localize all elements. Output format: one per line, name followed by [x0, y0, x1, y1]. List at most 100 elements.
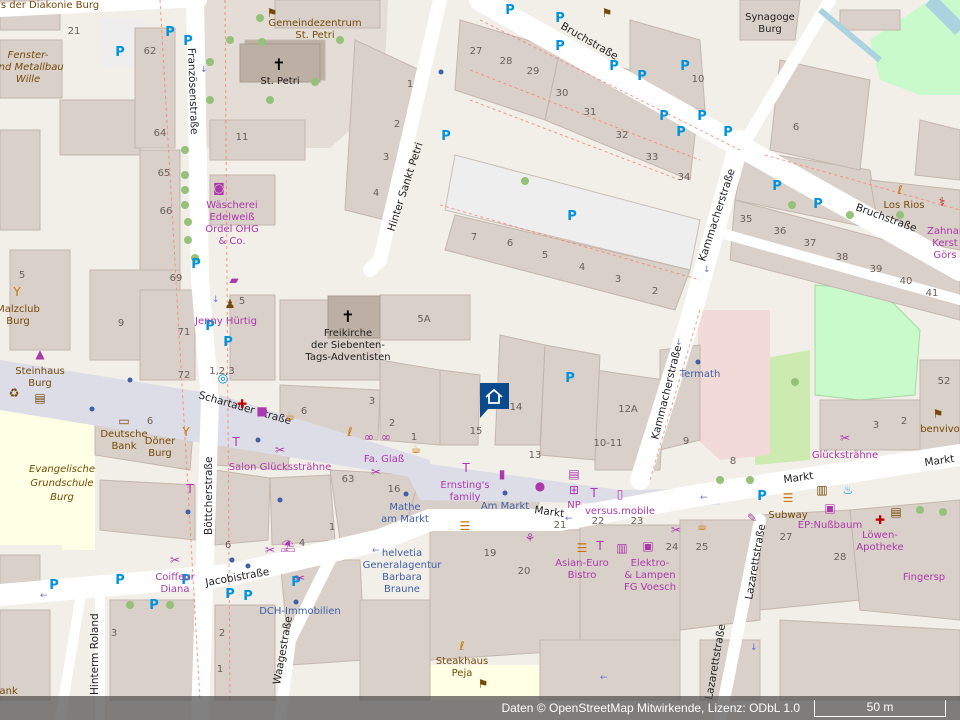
svg-text:6: 6 [147, 416, 153, 427]
svg-text:P: P [723, 125, 733, 140]
svg-text:Los Rios: Los Rios [884, 200, 925, 211]
books-icon: ▥ [616, 541, 627, 555]
svg-text:8: 8 [730, 456, 736, 467]
svg-text:↓: ↓ [212, 295, 220, 305]
svg-text:Termath: Termath [679, 369, 721, 380]
svg-text:benvivo: benvivo [920, 424, 960, 435]
svg-text:Fingersp: Fingersp [903, 572, 945, 583]
svg-text:P: P [441, 129, 451, 144]
svg-text:Barbara: Barbara [382, 572, 422, 583]
community-icon: ⚑ [478, 677, 489, 691]
svg-text:Haus der Diakonie Burg: Haus der Diakonie Burg [0, 0, 99, 11]
map-svg[interactable]: Schartauer Straße Markt Markt Markt Jaco… [0, 0, 960, 720]
svg-text:30: 30 [556, 88, 569, 99]
svg-text:1: 1 [329, 522, 335, 533]
clothes-icon: T [185, 482, 194, 496]
svg-text:34: 34 [678, 172, 691, 183]
mobile-icon: ✎ [747, 511, 757, 525]
svg-text:32: 32 [616, 130, 629, 141]
svg-text:3: 3 [615, 274, 621, 285]
svg-text:Peja: Peja [452, 668, 473, 679]
hairdresser-icon: ✂ [840, 431, 850, 445]
svg-text:P: P [115, 573, 125, 588]
svg-text:←: ← [372, 546, 380, 556]
svg-text:10: 10 [692, 74, 705, 85]
svg-text:2: 2 [389, 418, 395, 429]
svg-text:und Metallbau: und Metallbau [0, 62, 64, 73]
cafe-icon: ☕ [285, 409, 296, 423]
dentist-icon: ⚕ [939, 195, 946, 209]
svg-text:14: 14 [510, 402, 523, 413]
svg-text:Burg: Burg [758, 24, 781, 35]
recycling-icon: ♻ [9, 386, 20, 400]
svg-text:9: 9 [683, 436, 689, 447]
svg-text:Gemeindezentrum: Gemeindezentrum [268, 18, 361, 29]
svg-text:↓: ↓ [703, 265, 711, 275]
svg-text:9: 9 [118, 318, 124, 329]
svg-text:& Lampen: & Lampen [624, 570, 675, 581]
hairdresser-icon: ✂ [170, 553, 180, 567]
svg-text:27: 27 [470, 46, 483, 57]
svg-text:Fenster-: Fenster- [8, 50, 49, 61]
svg-text:versus.mobile: versus.mobile [585, 506, 655, 517]
svg-text:4: 4 [299, 538, 305, 549]
svg-text:6: 6 [793, 122, 799, 133]
svg-text:41: 41 [926, 288, 939, 299]
svg-text:22: 22 [592, 516, 605, 527]
svg-text:39: 39 [870, 264, 883, 275]
optician-icon: ∞ [364, 430, 374, 444]
beauty-icon: ⛱ [280, 539, 295, 553]
svg-text:P: P [243, 589, 253, 604]
svg-text:Görs: Görs [933, 250, 956, 261]
svg-text:der Siebenten-: der Siebenten- [311, 340, 385, 351]
svg-text:13: 13 [529, 450, 542, 461]
church-icon: ✝ [272, 55, 285, 74]
svg-text:P: P [505, 3, 515, 18]
svg-text:Salon Glückssträhne: Salon Glückssträhne [229, 462, 331, 473]
svg-text:38: 38 [836, 252, 849, 263]
svg-text:Zahnar: Zahnar [927, 226, 960, 237]
svg-text:P: P [149, 598, 159, 613]
laundry-icon: ◙ [213, 181, 225, 195]
attribution-link[interactable]: Daten © OpenStreetMap Mitwirkende, Lizen… [501, 701, 814, 715]
svg-text:2: 2 [219, 628, 225, 639]
svg-text:Burg: Burg [50, 492, 74, 503]
svg-text:28: 28 [500, 56, 513, 67]
svg-text:↓: ↓ [200, 65, 208, 75]
svg-text:66: 66 [160, 206, 173, 217]
map-canvas[interactable]: Schartauer Straße Markt Markt Markt Jaco… [0, 0, 960, 720]
svg-text:Bistro: Bistro [568, 570, 597, 581]
svg-text:16: 16 [388, 484, 401, 495]
svg-text:69: 69 [170, 273, 183, 284]
svg-text:64: 64 [154, 128, 167, 139]
community-icon: ▤ [34, 391, 45, 405]
svg-text:Mathe: Mathe [389, 502, 420, 513]
svg-text:P: P [115, 45, 125, 60]
svg-text:5: 5 [19, 270, 25, 281]
svg-text:P: P [567, 209, 577, 224]
shop-icon: ▤ [568, 467, 579, 481]
svg-text:P: P [183, 34, 193, 49]
svg-text:P: P [191, 257, 201, 272]
svg-text:P: P [609, 59, 619, 74]
svg-text:P: P [813, 197, 823, 212]
svg-text:Jenny Hürtig: Jenny Hürtig [194, 316, 257, 327]
bicycle-icon: ◎ [218, 371, 228, 385]
svg-text:Steakhaus: Steakhaus [436, 656, 488, 667]
svg-text:71: 71 [178, 327, 191, 338]
florist-icon: ⚘ [525, 531, 536, 545]
clothes-icon: T [595, 539, 604, 553]
svg-text:10-11: 10-11 [593, 438, 622, 449]
svg-text:P: P [637, 69, 647, 84]
fastfood-icon: ☰ [783, 491, 794, 505]
cafe-icon: ☕ [697, 519, 708, 533]
svg-text:EP:Nußbaum: EP:Nußbaum [798, 520, 862, 531]
hairdresser-icon: ✂ [371, 465, 381, 479]
svg-text:27: 27 [780, 532, 793, 543]
svg-text:6: 6 [301, 406, 307, 417]
svg-text:12A: 12A [618, 404, 638, 415]
svg-text:Braune: Braune [384, 584, 420, 595]
svg-text:33: 33 [646, 152, 659, 163]
svg-text:31: 31 [584, 107, 597, 118]
church-icon: ✝ [341, 307, 354, 326]
